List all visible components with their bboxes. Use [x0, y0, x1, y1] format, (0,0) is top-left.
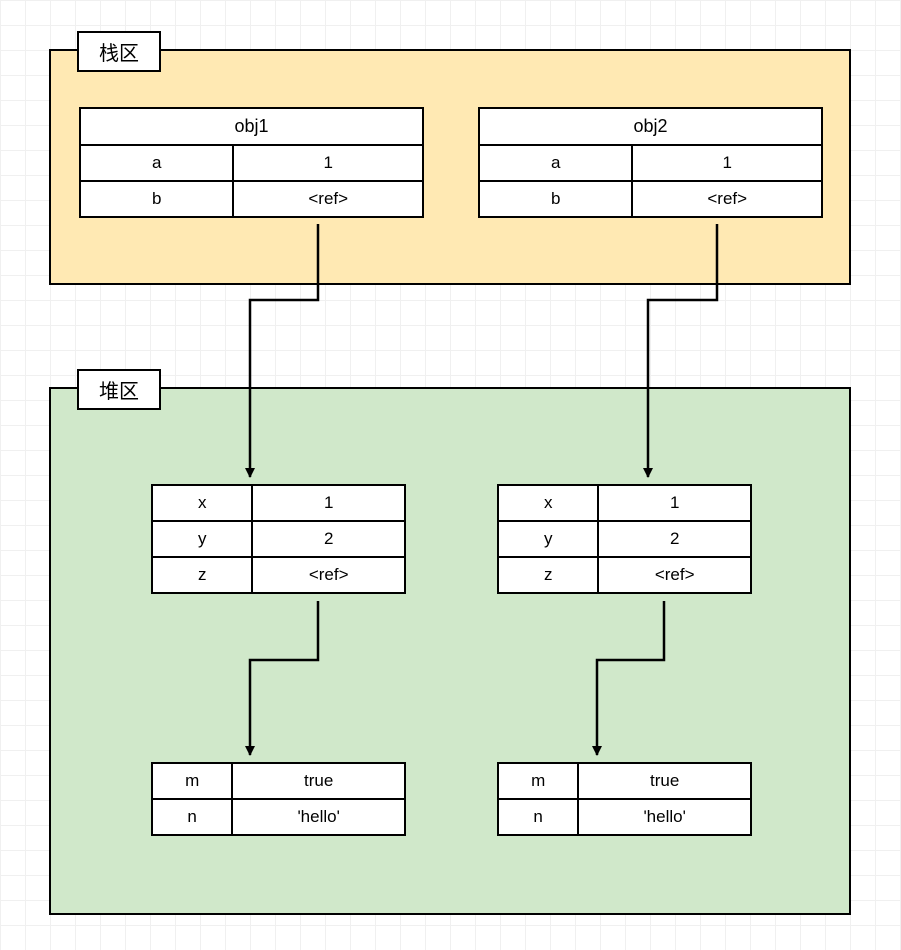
heap-table-left-upper: x 1 y 2 z <ref>: [151, 484, 406, 594]
table-row: n 'hello': [153, 800, 404, 834]
cell-value: true: [233, 764, 404, 798]
table-row: x 1: [499, 486, 750, 522]
cell-key: y: [153, 522, 253, 556]
heap-region: 堆区 x 1 y 2 z <ref> x 1 y 2: [49, 387, 851, 915]
table-row: a 1: [480, 146, 821, 182]
table-row: z <ref>: [153, 558, 404, 592]
cell-key: m: [153, 764, 233, 798]
table-row: n 'hello': [499, 800, 750, 834]
table-row: b <ref>: [480, 182, 821, 216]
cell-key: n: [153, 800, 233, 834]
table-row: y 2: [153, 522, 404, 558]
table-row: m true: [153, 764, 404, 800]
stack-table-obj1: obj1 a 1 b <ref>: [79, 107, 424, 218]
cell-key: m: [499, 764, 579, 798]
cell-key: b: [480, 182, 633, 216]
cell-value: <ref>: [253, 558, 404, 592]
cell-value: 2: [253, 522, 404, 556]
cell-value: 'hello': [579, 800, 750, 834]
heap-table-left-lower: m true n 'hello': [151, 762, 406, 836]
table-row: m true: [499, 764, 750, 800]
heap-region-label: 堆区: [77, 369, 161, 410]
heap-table-right-lower: m true n 'hello': [497, 762, 752, 836]
table-row: a 1: [81, 146, 422, 182]
cell-key: z: [153, 558, 253, 592]
cell-key: b: [81, 182, 234, 216]
stack-table-obj2: obj2 a 1 b <ref>: [478, 107, 823, 218]
table-header: obj1: [81, 109, 422, 146]
table-row: y 2: [499, 522, 750, 558]
table-header: obj2: [480, 109, 821, 146]
stack-region-label: 栈区: [77, 31, 161, 72]
cell-value: 1: [234, 146, 422, 180]
cell-value: 2: [599, 522, 750, 556]
cell-key: a: [81, 146, 234, 180]
cell-value: <ref>: [599, 558, 750, 592]
cell-value: 1: [599, 486, 750, 520]
cell-value: <ref>: [234, 182, 422, 216]
cell-value: 'hello': [233, 800, 404, 834]
cell-value: 1: [633, 146, 821, 180]
table-row: z <ref>: [499, 558, 750, 592]
diagram-canvas: 栈区 obj1 a 1 b <ref> obj2 a 1 b <ref>: [0, 0, 901, 950]
cell-key: a: [480, 146, 633, 180]
heap-table-right-upper: x 1 y 2 z <ref>: [497, 484, 752, 594]
stack-region: 栈区 obj1 a 1 b <ref> obj2 a 1 b <ref>: [49, 49, 851, 285]
cell-value: <ref>: [633, 182, 821, 216]
cell-key: z: [499, 558, 599, 592]
table-row: b <ref>: [81, 182, 422, 216]
cell-key: n: [499, 800, 579, 834]
cell-key: x: [499, 486, 599, 520]
cell-key: x: [153, 486, 253, 520]
cell-value: true: [579, 764, 750, 798]
cell-key: y: [499, 522, 599, 556]
table-row: x 1: [153, 486, 404, 522]
cell-value: 1: [253, 486, 404, 520]
